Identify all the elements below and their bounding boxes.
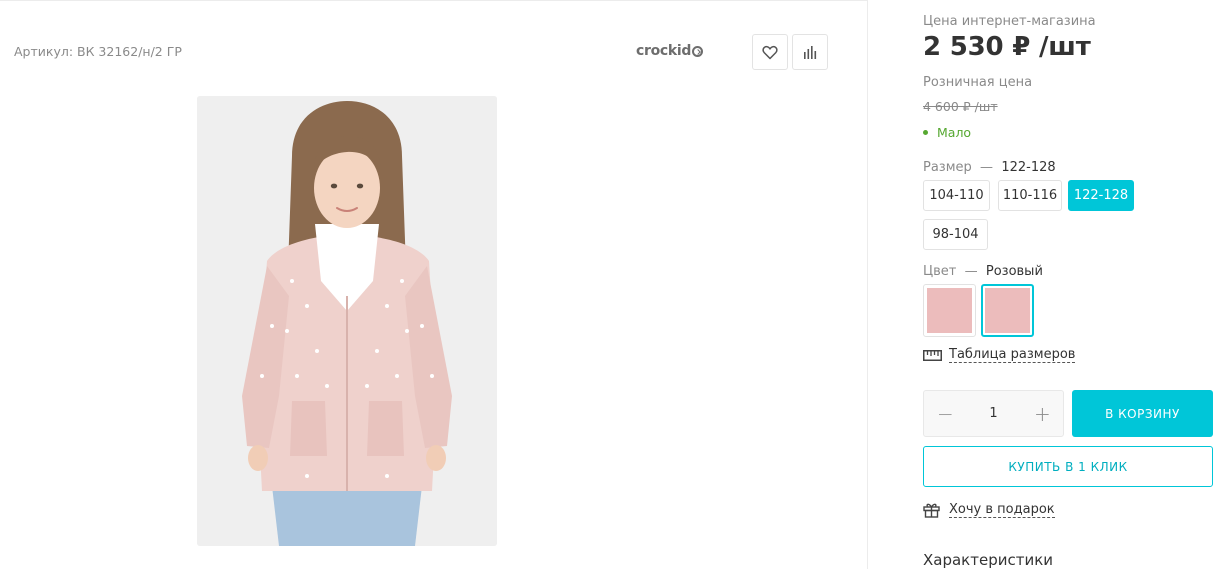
gift-link[interactable]: Хочу в подарок: [923, 502, 1055, 518]
add-to-cart-button[interactable]: В КОРЗИНУ: [1072, 390, 1213, 437]
specs-heading: Характеристики: [923, 551, 1054, 569]
color-label: Цвет: [923, 264, 957, 279]
color-separator: —: [964, 264, 978, 279]
size-heading: Размер — 122-128: [923, 160, 1056, 175]
favorite-button[interactable]: [752, 34, 788, 70]
product-gallery-panel: Артикул: ВК 32162/н/2 ГР crockid: [0, 0, 868, 569]
stock-status: Мало: [923, 125, 971, 140]
product-photo-illustration: [197, 96, 497, 546]
retail-price-label: Розничная цена: [923, 75, 1033, 90]
brand-logo[interactable]: crockid: [636, 43, 704, 59]
gift-link-text: Хочу в подарок: [949, 502, 1055, 518]
size-selected: 122-128: [1001, 160, 1056, 175]
online-price-label: Цена интернет-магазина: [923, 14, 1096, 29]
brand-mark-icon: [692, 45, 704, 57]
article-number: Артикул: ВК 32162/н/2 ГР: [14, 44, 182, 59]
stock-status-text: Мало: [937, 125, 972, 140]
brand-name: crockid: [636, 43, 692, 59]
quantity-minus-button[interactable]: −: [937, 402, 954, 426]
size-option[interactable]: 110-116: [998, 180, 1062, 211]
buy-one-click-button[interactable]: КУПИТЬ В 1 КЛИК: [923, 446, 1213, 487]
size-table-link[interactable]: Таблица размеров: [923, 347, 1076, 363]
bar-chart-icon: [804, 46, 817, 59]
color-swatch-selected[interactable]: [981, 284, 1034, 337]
swatch-fill: [985, 288, 1030, 333]
quantity-value[interactable]: 1: [989, 406, 997, 421]
color-swatch[interactable]: [923, 284, 976, 337]
stock-dot-icon: [923, 130, 928, 135]
product-info-panel: Цена интернет-магазина 2 530 ₽ /шт Розни…: [923, 0, 1219, 569]
ruler-icon: [923, 349, 942, 361]
size-label: Размер: [923, 160, 972, 175]
color-selected: Розовый: [985, 264, 1043, 279]
retail-price: 4 600 ₽ /шт: [923, 99, 998, 114]
size-option-selected[interactable]: 122-128: [1068, 180, 1134, 211]
size-option[interactable]: 104-110: [923, 180, 990, 211]
size-table-text: Таблица размеров: [949, 347, 1076, 363]
size-separator: —: [980, 160, 994, 175]
color-heading: Цвет — Розовый: [923, 264, 1043, 279]
compare-button[interactable]: [792, 34, 828, 70]
swatch-fill: [927, 288, 972, 333]
product-photo[interactable]: [197, 96, 497, 546]
gift-icon: [923, 503, 940, 518]
heart-icon: [762, 45, 778, 59]
quantity-plus-button[interactable]: +: [1034, 402, 1051, 426]
online-price: 2 530 ₽ /шт: [923, 32, 1091, 62]
size-option[interactable]: 98-104: [923, 219, 988, 250]
quantity-stepper: − 1 +: [923, 390, 1064, 437]
